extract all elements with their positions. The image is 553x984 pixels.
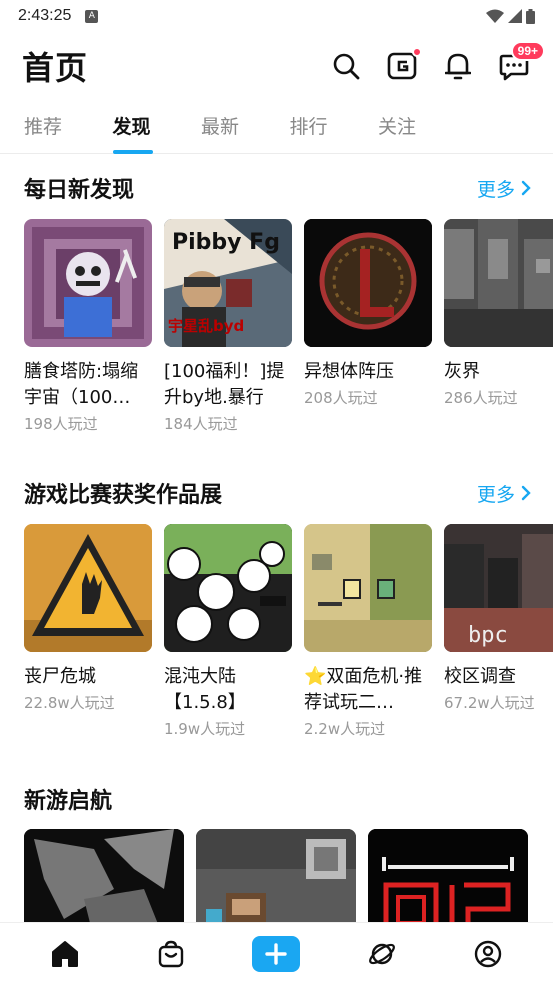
section-title: 每日新发现: [24, 178, 135, 203]
search-icon: [333, 53, 360, 80]
game-title: 膳食塔防:塌缩宇宙（100…: [24, 361, 139, 408]
more-button[interactable]: 更多: [477, 480, 531, 507]
planet-icon: [369, 943, 396, 964]
game-title: 混沌大陆【1.5.8】: [164, 666, 246, 713]
game-title: ⭐双面危机·推荐试玩二…: [304, 666, 423, 713]
more-button[interactable]: 更多: [477, 175, 531, 202]
game-title: 校区调查: [444, 666, 516, 687]
tab-ranking[interactable]: 排行: [290, 104, 379, 153]
play-count: 2.2w人玩过: [304, 720, 386, 738]
game-card[interactable]: 异想体阵压 208人玩过: [304, 219, 432, 434]
game-title: [100福利！]提升by地.暴行: [164, 361, 285, 408]
shop-bag-icon: [158, 940, 183, 967]
status-right: [486, 8, 535, 24]
page-title: 首页: [22, 49, 89, 87]
nav-profile[interactable]: [463, 929, 513, 979]
more-label: 更多: [476, 178, 515, 201]
thumb-logo-sub: 宇星乱byd: [168, 317, 244, 335]
category-tabs: 推荐 发现 最新 排行 关注: [0, 104, 553, 154]
tab-recommend[interactable]: 推荐: [24, 104, 113, 153]
daily-section-header: 每日新发现 更多: [24, 172, 531, 204]
battery-icon: [526, 8, 535, 24]
tab-following[interactable]: 关注: [378, 104, 467, 153]
tab-discover[interactable]: 发现: [112, 104, 202, 154]
game-card[interactable]: 灰界 286人玩过: [444, 219, 553, 434]
message-count-badge: 99+: [510, 41, 545, 61]
nav-home[interactable]: [40, 929, 90, 979]
wifi-icon: [486, 9, 504, 23]
play-count: 198人玩过: [24, 415, 98, 433]
header-actions: 99+: [329, 41, 545, 83]
game-thumbnail: Pibby Fg 宇星乱byd: [164, 219, 292, 347]
game-card[interactable]: bpc 校区调查 67.2w人玩过: [444, 524, 553, 739]
messages-button[interactable]: 99+: [497, 41, 545, 83]
signal-icon: [508, 9, 522, 23]
game-thumbnail: [164, 524, 292, 652]
contest-games-row: 丧尸危城 22.8w人玩过 混沌大陆【1.5.8】 1.9w人玩过 ⭐双面危机·…: [24, 524, 553, 739]
play-count: 286人玩过: [444, 389, 518, 407]
game-card[interactable]: 混沌大陆【1.5.8】 1.9w人玩过: [164, 524, 292, 739]
game-thumbnail: [304, 219, 432, 347]
game-thumbnail: [24, 219, 152, 347]
create-button[interactable]: [252, 935, 301, 972]
game-thumbnail: [444, 219, 553, 347]
nav-shop[interactable]: [146, 929, 196, 979]
play-count: 1.9w人玩过: [164, 720, 246, 738]
play-count: 67.2w人玩过: [444, 694, 535, 712]
app-header: 首页 99+: [0, 38, 553, 94]
new-dot: [412, 47, 422, 57]
game-title: 丧尸危城: [24, 666, 96, 687]
chevron-right-icon: [521, 180, 531, 196]
game-card[interactable]: 膳食塔防:塌缩宇宙（100… 198人玩过: [24, 219, 152, 434]
section-title: 游戏比赛获奖作品展: [24, 483, 223, 508]
status-bar: 2:43:25 A: [0, 0, 553, 32]
daily-games-row: 膳食塔防:塌缩宇宙（100… 198人玩过 Pibby Fg 宇星乱byd [1…: [24, 219, 553, 434]
coin-wallet-button[interactable]: [385, 47, 422, 83]
status-time: 2:43:25: [18, 7, 72, 24]
contest-section-header: 游戏比赛获奖作品展 更多: [24, 477, 531, 509]
nav-explore[interactable]: [357, 929, 407, 979]
section-title: 新游启航: [24, 789, 113, 814]
search-button[interactable]: [329, 49, 363, 83]
game-thumbnail: bpc: [444, 524, 553, 652]
more-label: 更多: [476, 483, 515, 506]
notification-a-icon: A: [85, 9, 99, 23]
new-games-section-header: 新游启航: [24, 783, 531, 815]
chevron-right-icon: [521, 485, 531, 501]
play-count: 184人玩过: [164, 415, 238, 433]
thumb-logo-text: Pibby Fg: [172, 230, 280, 255]
create-plus-icon: [265, 942, 288, 965]
game-card[interactable]: Pibby Fg 宇星乱byd [100福利！]提升by地.暴行 184人玩过: [164, 219, 292, 434]
game-thumbnail: [304, 524, 432, 652]
home-icon: [51, 940, 78, 967]
play-count: 208人玩过: [304, 389, 378, 407]
thumb-graffiti-text: bpc: [468, 623, 508, 648]
game-title: 灰界: [444, 361, 480, 382]
game-title: 异想体阵压: [304, 361, 394, 382]
tab-latest[interactable]: 最新: [201, 104, 290, 153]
notifications-button[interactable]: [441, 49, 475, 83]
bottom-nav: [0, 922, 553, 984]
game-card[interactable]: 丧尸危城 22.8w人玩过: [24, 524, 152, 739]
game-thumbnail: [24, 524, 152, 652]
nav-create[interactable]: [251, 929, 301, 979]
game-card[interactable]: ⭐双面危机·推荐试玩二… 2.2w人玩过: [304, 524, 432, 739]
bell-icon: [445, 53, 471, 80]
profile-icon: [474, 940, 502, 967]
play-count: 22.8w人玩过: [24, 694, 115, 712]
